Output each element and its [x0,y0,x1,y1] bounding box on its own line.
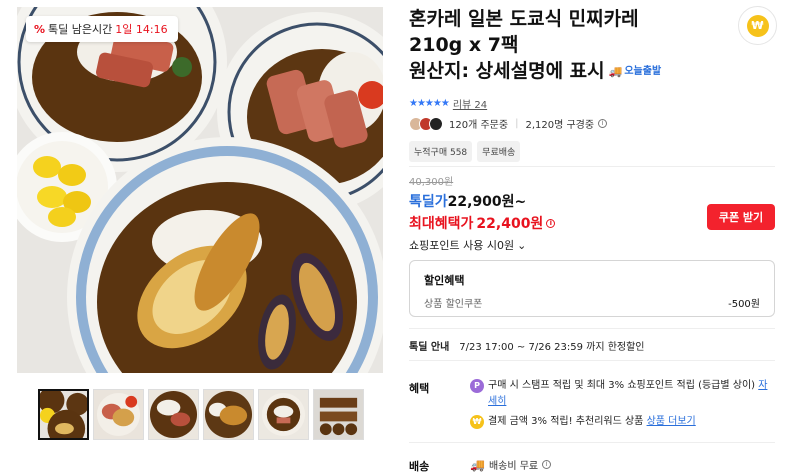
points-label: 쇼핑포인트 사용 시0원 [409,239,515,252]
product-main-image[interactable]: % 톡딜 남은시간 1일 14:16 [17,7,383,373]
deal-info-value: 7/23 17:00 ~ 7/26 23:59 까지 한정할인 [459,342,645,353]
title-line-3: 원산지: 상세설명에 표시 🚚 오늘출발 [409,58,729,85]
title-line-2: 210g x 7팩 [409,34,519,56]
percent-icon: % [34,22,46,36]
truck-icon: 🚚 [470,457,485,472]
discount-row-value: -500원 [728,299,760,310]
thumbnail-1[interactable] [38,389,89,440]
benefit-text-1: 구매 시 스탬프 적립 및 최대 3% 쇼핑포인트 적립 (등급별 상이) [488,380,756,391]
origin-text: 원산지: 상세설명에 표시 [409,60,605,82]
today-delivery-badge: 🚚 오늘출발 [609,59,662,85]
deal-price-value: 22,900원~ [447,194,527,210]
thumbnail-5[interactable] [258,389,309,440]
order-count: 120개 주문중 [449,120,509,131]
get-coupon-button[interactable]: 쿠폰 받기 [707,204,775,230]
benefit-item: ₩ 결제 금액 3% 적립! 추천리워드 상품 상품 더보기 [470,414,775,430]
star-rating-icon: ★★★★★ [409,98,450,109]
coin-share-button[interactable]: ₩ [738,6,777,45]
review-link[interactable]: 리뷰 24 [453,96,487,111]
tag-free-shipping: 무료배송 [477,141,521,162]
max-price-value: 22,400원 [476,216,544,232]
product-title: 혼카레 일본 도쿄식 민찌카레 210g x 7팩 원산지: 상세설명에 표시 🚚… [409,6,729,85]
buyer-avatars [409,116,443,131]
thumbnail-3[interactable] [148,389,199,440]
deal-timer-countdown: 1일 14:16 [115,23,168,36]
shipping-value: 🚚 배송비 무료 i [470,457,552,472]
deal-timer-label: 톡딜 남은시간 [48,23,113,36]
discount-row-label: 상품 할인쿠폰 [424,299,483,310]
benefit-label: 혜택 [409,382,430,395]
avatar [429,116,443,131]
social-proof-row: 120개 주문중 | 2,120명 구경중 i [409,116,608,131]
title-line-1: 혼카레 일본 도쿄식 민찌카레 [409,8,639,30]
info-icon[interactable]: i [598,119,608,128]
info-icon[interactable]: i [546,218,556,228]
benefit-item: P 구매 시 스탬프 적립 및 최대 3% 쇼핑포인트 적립 (등급별 상이) … [470,378,775,410]
max-benefit-price: 최대혜택가 22,400원 i [409,213,556,233]
max-price-label: 최대혜택가 [409,216,474,232]
tag-list: 누적구매 558 무료배송 [409,141,521,162]
chevron-down-icon: ⌄ [517,238,527,252]
original-price: 40,300원 [409,177,454,188]
info-icon[interactable]: i [542,460,552,469]
shopping-points-dropdown[interactable]: 쇼핑포인트 사용 시0원 ⌄ [409,237,526,253]
shipping-label: 배송 [409,460,430,473]
benefit-text-2: 결제 금액 3% 적립! 추천리워드 상품 [488,416,644,427]
shipping-fee-text: 배송비 무료 [488,461,539,472]
viewer-count: 2,120명 구경중 [525,120,595,131]
deal-price-label: 톡딜가 [409,194,448,210]
coin-icon: ₩ [470,415,484,429]
deal-info-row: 톡딜 안내 7/23 17:00 ~ 7/26 23:59 까지 한정할인 [409,338,645,353]
thumbnail-strip [38,389,364,440]
divider [409,442,775,443]
divider [409,360,775,361]
coin-icon: ₩ [746,14,769,37]
divider [409,328,775,329]
discount-benefit-box: 할인혜택 상품 할인쿠폰 -500원 [409,260,775,317]
thumbnail-2[interactable] [93,389,144,440]
tag-cumulative-purchase: 누적구매 558 [409,141,473,162]
deal-price: 톡딜가22,900원~ [409,191,526,211]
point-icon: P [470,379,484,393]
divider [409,166,775,167]
thumbnail-6[interactable] [313,389,364,440]
benefit-list: P 구매 시 스탬프 적립 및 최대 3% 쇼핑포인트 적립 (등급별 상이) … [470,378,775,434]
thumbnail-4[interactable] [203,389,254,440]
more-products-link[interactable]: 상품 더보기 [647,416,696,427]
discount-header: 할인혜택 [424,274,465,287]
deal-timer-badge: % 톡딜 남은시간 1일 14:16 [26,16,178,42]
rating-row: ★★★★★ 리뷰 24 [409,96,487,111]
deal-info-label: 톡딜 안내 [409,342,450,353]
truck-icon: 🚚 [608,64,623,78]
